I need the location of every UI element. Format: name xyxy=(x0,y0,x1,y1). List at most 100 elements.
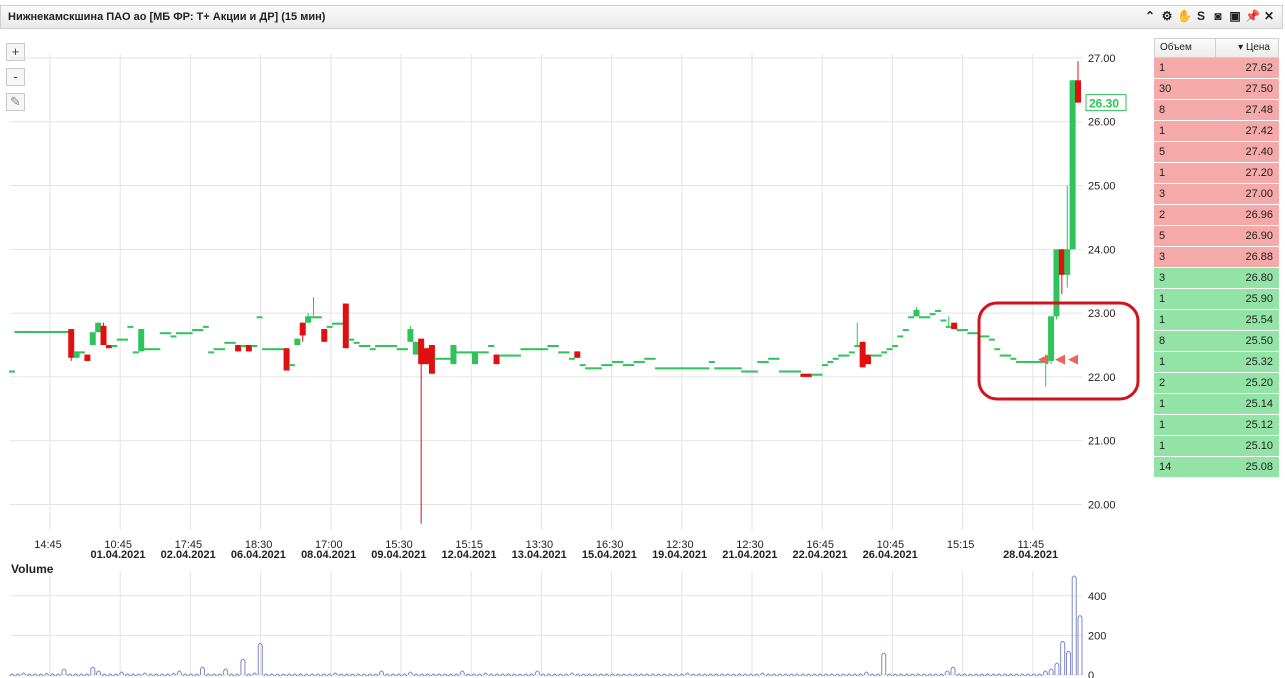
bid-row[interactable]: 1 25.14 xyxy=(1154,394,1279,415)
ask-row[interactable]: 5 27.40 xyxy=(1154,142,1279,163)
volume-bar xyxy=(96,670,102,675)
candle-body xyxy=(746,370,753,373)
candle-body xyxy=(681,367,688,370)
candle-body xyxy=(961,329,968,332)
candle-body xyxy=(9,370,15,373)
candle-body xyxy=(143,348,150,351)
volume-bar xyxy=(1071,575,1077,675)
window-icon[interactable]: ▣ xyxy=(1228,9,1242,24)
chevron-up-icon[interactable]: ⌃ xyxy=(1143,9,1157,24)
candle-body xyxy=(35,330,42,333)
bid-volume: 14 xyxy=(1159,461,1172,473)
candle-body xyxy=(100,325,107,346)
candle-body xyxy=(525,348,532,351)
ask-row[interactable]: 1 27.20 xyxy=(1154,163,1279,184)
window-titlebar: Нижнекамскшина ПАО ао [МБ ФР: Т+ Акции и… xyxy=(0,5,1283,29)
candle-body xyxy=(751,370,758,373)
ask-row[interactable]: 3 26.88 xyxy=(1154,247,1279,268)
bid-row[interactable]: 1 25.12 xyxy=(1154,415,1279,436)
price-chart[interactable]: 27.00 26.00 25.00 24.00 23.00 22.00 21.00 20.00… xyxy=(0,30,1150,678)
ask-volume: 2 xyxy=(1159,209,1166,221)
bid-row[interactable]: 1 25.54 xyxy=(1154,310,1279,331)
candle-body xyxy=(251,345,258,348)
ask-price: 27.00 xyxy=(1245,188,1273,200)
volume-column-header[interactable]: Объем xyxy=(1155,39,1216,57)
candle-body xyxy=(423,348,430,365)
bid-volume: 1 xyxy=(1159,356,1166,368)
bid-row[interactable]: 1 25.90 xyxy=(1154,289,1279,310)
candle-body xyxy=(1031,360,1038,363)
candle-body xyxy=(213,348,220,351)
candle-body xyxy=(665,367,672,370)
bid-volume: 3 xyxy=(1159,272,1166,284)
candle-body xyxy=(908,316,915,319)
volume-tick-label: 400 xyxy=(1088,591,1106,603)
candle-body xyxy=(768,357,775,360)
candle-body xyxy=(315,316,322,319)
volume-tick-label: 0 xyxy=(1088,670,1094,678)
candle-body xyxy=(68,329,75,358)
bid-row[interactable]: 3 26.80 xyxy=(1154,268,1279,289)
candle-body xyxy=(332,322,339,325)
volume-bar xyxy=(61,668,67,675)
ask-row[interactable]: 3 27.00 xyxy=(1154,184,1279,205)
volume-bar xyxy=(90,666,96,675)
ask-row[interactable]: 2 26.96 xyxy=(1154,205,1279,226)
candle-body xyxy=(692,367,699,370)
camera-icon[interactable]: ◙ xyxy=(1211,9,1225,24)
candle-body xyxy=(294,338,301,346)
pin-icon[interactable]: 📌 xyxy=(1245,9,1260,24)
candle-body xyxy=(999,354,1006,357)
candle-body xyxy=(789,370,796,373)
candle-body xyxy=(89,332,96,346)
ask-row[interactable]: 8 27.48 xyxy=(1154,100,1279,121)
ask-row[interactable]: 1 27.42 xyxy=(1154,121,1279,142)
candle-body xyxy=(536,348,543,351)
candle-body xyxy=(628,364,635,367)
candle-body xyxy=(585,367,592,370)
volume-bar xyxy=(944,670,950,675)
candle-body xyxy=(843,354,850,357)
hand-icon[interactable]: ✋ xyxy=(1177,9,1192,24)
ask-row[interactable]: 30 27.50 xyxy=(1154,79,1279,100)
bid-volume: 1 xyxy=(1159,440,1166,452)
candle-body xyxy=(380,345,387,348)
ask-volume: 5 xyxy=(1159,146,1166,158)
volume-bar xyxy=(1060,640,1066,675)
ask-row[interactable]: 5 26.90 xyxy=(1154,226,1279,247)
gear-icon[interactable]: ⚙ xyxy=(1160,9,1174,24)
candle-body xyxy=(148,348,155,351)
candle-body xyxy=(1075,80,1081,103)
candle-body xyxy=(875,354,882,357)
bid-row[interactable]: 1 25.10 xyxy=(1154,436,1279,457)
y-tick-label: 26.00 xyxy=(1088,117,1116,129)
bid-row[interactable]: 1 25.32 xyxy=(1154,352,1279,373)
volume-bar xyxy=(1048,668,1054,675)
ask-price: 27.42 xyxy=(1245,125,1273,137)
candle-body xyxy=(391,345,398,348)
candle-body xyxy=(30,330,37,333)
candle-body xyxy=(741,370,748,373)
candle-body xyxy=(1058,249,1065,275)
candle-body xyxy=(111,345,118,348)
bid-price: 25.54 xyxy=(1245,314,1273,326)
s-icon[interactable]: S xyxy=(1194,9,1208,24)
candle-body xyxy=(434,357,441,360)
bid-row[interactable]: 8 25.50 xyxy=(1154,331,1279,352)
candle-body xyxy=(493,354,500,365)
bid-row[interactable]: 2 25.20 xyxy=(1154,373,1279,394)
volume-bar xyxy=(240,658,246,675)
candle-body xyxy=(929,313,936,316)
candle-body xyxy=(342,303,349,349)
candle-body xyxy=(105,345,112,349)
ask-row[interactable]: 1 27.62 xyxy=(1154,58,1279,79)
x-date-label: 26.04.2021 xyxy=(863,549,918,561)
bid-row[interactable]: 14 25.08 xyxy=(1154,457,1279,478)
candle-body xyxy=(57,330,64,333)
price-column-header[interactable]: ▾ Цена xyxy=(1216,39,1278,57)
ask-price: 27.50 xyxy=(1245,83,1273,95)
candle-body xyxy=(14,330,21,333)
close-icon[interactable]: ✕ xyxy=(1262,9,1276,24)
candle-body xyxy=(644,357,651,360)
candle-body xyxy=(41,330,48,333)
